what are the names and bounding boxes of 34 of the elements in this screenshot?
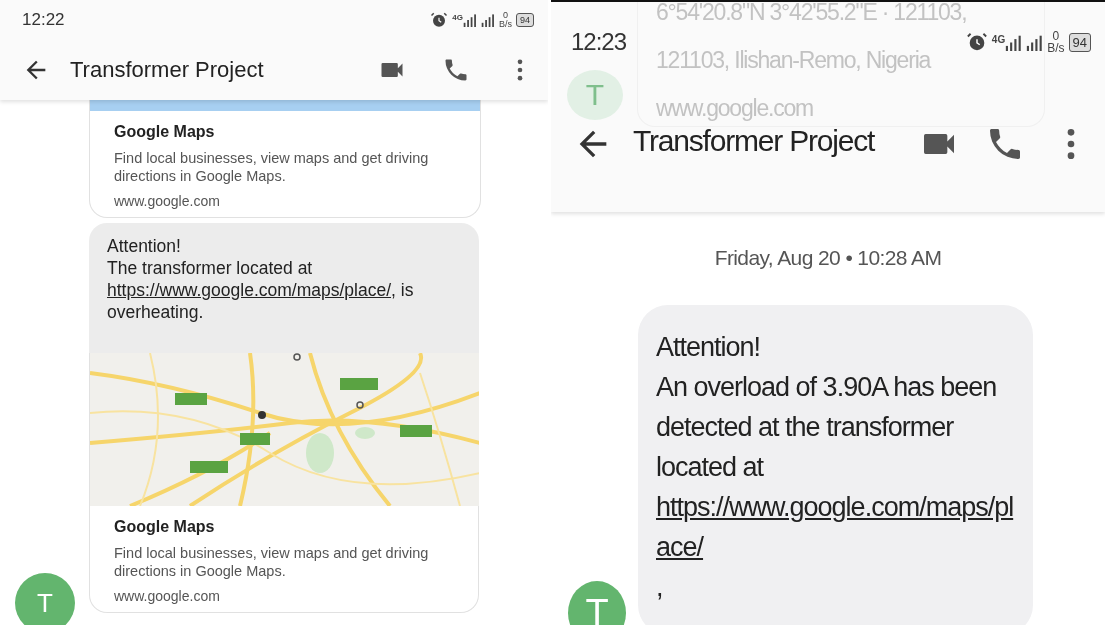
conversation-title: Transformer Project bbox=[70, 57, 265, 83]
alarm-icon bbox=[965, 31, 988, 53]
signal-icon bbox=[462, 13, 477, 27]
data-rate-unit: B/s bbox=[498, 20, 512, 29]
data-rate: 0 bbox=[1052, 30, 1060, 42]
preview-domain: www.google.com bbox=[114, 588, 221, 604]
preview-text: www.google.com bbox=[656, 94, 814, 122]
preview-title: Google Maps bbox=[114, 518, 216, 536]
battery-indicator: 94 bbox=[516, 13, 534, 27]
battery-indicator: 94 bbox=[1068, 32, 1091, 52]
preview-text: 6°54'20.8"N 3°42'55.2"E · 121103, bbox=[656, 2, 967, 26]
clock-time: 12:23 bbox=[571, 28, 627, 56]
signal-icon bbox=[480, 13, 495, 27]
signal-icon bbox=[1005, 33, 1023, 51]
clock-time: 12:22 bbox=[22, 10, 65, 30]
preview-description: Find local businesses, view maps and get driving directions in Google Maps. bbox=[114, 149, 430, 185]
link[interactable]: https://www.google.com/maps/place/ bbox=[656, 487, 1015, 567]
network-label: 4G bbox=[452, 13, 463, 22]
link[interactable]: https://www.google.com/maps/place/ bbox=[107, 280, 392, 300]
preview-title: Google Maps bbox=[114, 123, 216, 141]
data-rate: 0 bbox=[502, 11, 508, 20]
preview-text: 121103, Ilishan-Remo, Nigeria bbox=[656, 46, 931, 74]
data-rate-unit: B/s bbox=[1047, 42, 1065, 54]
preview-description: Find local businesses, view maps and get driving directions in Google Maps. bbox=[114, 544, 430, 580]
signal-icon bbox=[1026, 33, 1044, 51]
alarm-icon bbox=[430, 11, 449, 29]
message-text: Attention! An overload of 3.90A has been detected at the transformer located at https://www.google.com/maps/place/ , bbox=[655, 331, 1016, 604]
date-divider: Friday, Aug 20 • 10:28 AM bbox=[713, 245, 943, 271]
network-label: 4G bbox=[991, 33, 1006, 45]
link-preview-card[interactable]: Google Maps Find local businesses, view maps and get driving directions in Google Maps. www.google.com bbox=[89, 100, 481, 218]
link-preview-card[interactable]: Google Maps Find local businesses, view maps and get driving directions in Google Maps. www.google.com bbox=[89, 353, 479, 613]
conversation-title: Transformer Project bbox=[633, 124, 876, 158]
message-text: Attention! The transformer located at https://www.google.com/maps/place/, is overheating. bbox=[106, 235, 415, 324]
preview-domain: www.google.com bbox=[114, 193, 221, 209]
